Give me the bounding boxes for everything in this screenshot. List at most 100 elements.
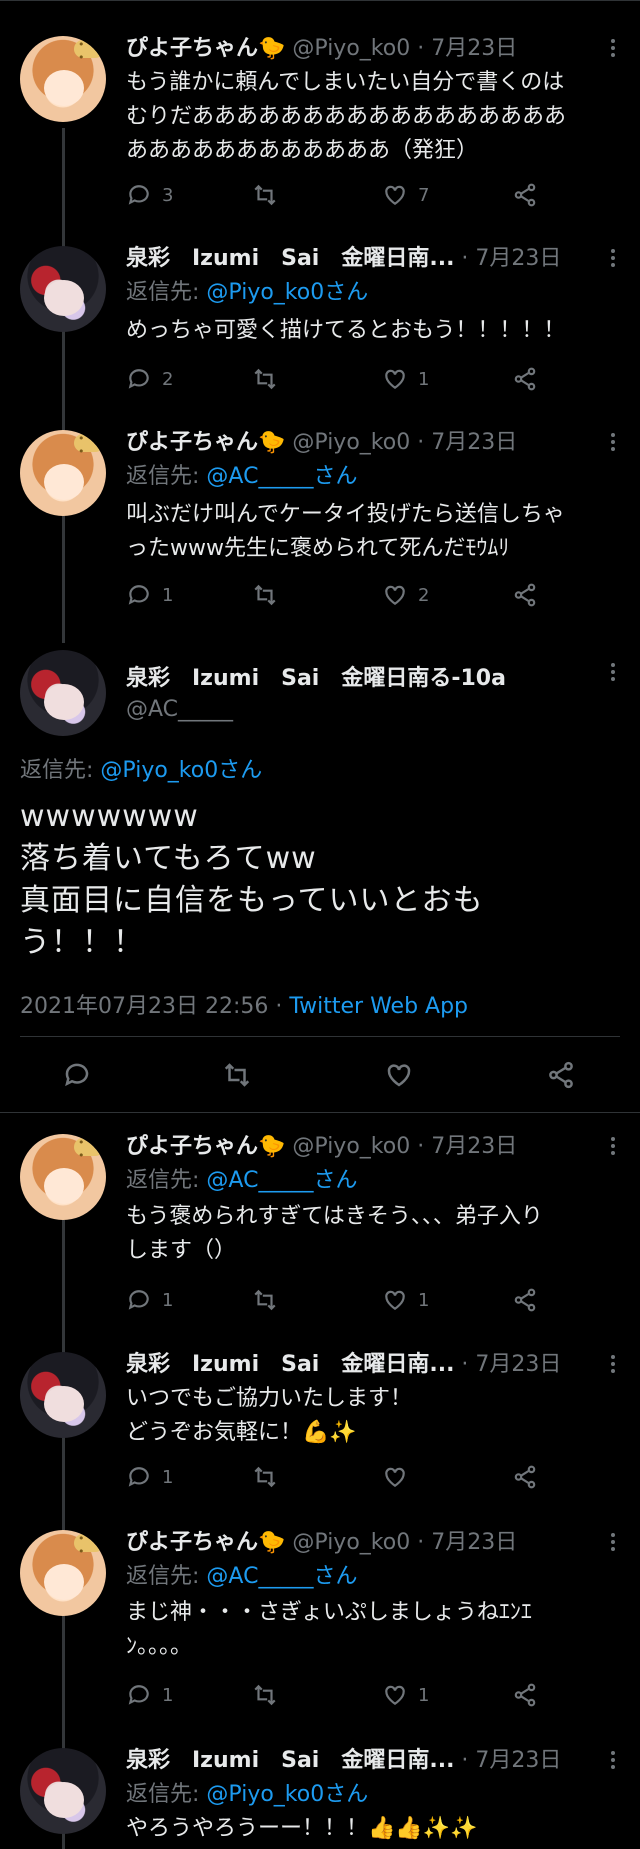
reply-mention[interactable]: @AC_____さん [206,464,357,489]
share-button[interactable] [512,1462,538,1492]
retweet-button[interactable] [252,1285,278,1315]
share-icon [514,1683,536,1707]
handle[interactable]: @Piyo_ko0 [292,430,410,455]
reply-count: 1 [162,1466,174,1488]
like-button[interactable]: 1 [382,1680,429,1710]
share-button[interactable] [512,580,538,610]
reply-label: 返信先: [126,1564,200,1589]
share-button[interactable] [512,1680,538,1710]
more-icon[interactable] [608,1134,618,1162]
retweet-button[interactable] [252,364,278,394]
like-button[interactable] [382,1462,408,1492]
reply-button[interactable]: 3 [126,180,173,210]
reply-context: 返信先: @AC_____さん [126,1560,357,1594]
reply-mention[interactable]: @Piyo_ko0さん [100,758,262,783]
reply-icon [128,585,149,605]
handle[interactable]: @Piyo_ko0 [292,1530,410,1555]
tweet-date[interactable]: 7月23日 [475,1748,561,1773]
thread-line [62,128,65,643]
avatar[interactable] [20,1352,106,1438]
source-app[interactable]: Twitter Web App [289,994,468,1019]
like-button[interactable]: 1 [382,1285,429,1315]
tweet-date[interactable]: 7月23日 [475,1352,561,1377]
more-icon[interactable] [608,246,618,274]
like-button[interactable] [384,1060,414,1094]
tweet-date[interactable]: 7月23日 [431,1134,517,1159]
retweet-icon [254,584,276,606]
handle[interactable]: @Piyo_ko0 [292,1134,410,1159]
reply-count: 1 [162,584,174,606]
reply-button[interactable]: 1 [126,1285,173,1315]
tweet-date[interactable]: 7月23日 [431,1530,517,1555]
more-icon[interactable] [608,1352,618,1380]
like-count: 1 [418,1289,430,1311]
more-icon[interactable] [608,1530,618,1558]
reply-button[interactable]: 1 [126,1462,173,1492]
more-icon[interactable] [608,660,618,688]
reply-button[interactable]: 1 [126,1680,173,1710]
display-name[interactable]: 泉彩 Izumi Sai 金曜日南... [126,246,454,271]
tweet-date[interactable]: 7月23日 [431,36,517,61]
retweet-icon [254,368,276,390]
tweet-text: もう誰かに頼んでしまいたい自分で書くのは むりだああああああああああああああああ… [126,70,567,163]
tweet-header: ぴよ子ちゃん🐤 @Piyo_ko0 · 7月23日 [126,1134,518,1159]
reply-label: 返信先: [126,280,200,305]
reply-context: 返信先: @AC_____さん [126,1164,357,1198]
reply-mention[interactable]: @Piyo_ko0さん [206,280,368,305]
divider [0,1112,640,1113]
tweet-text: いつでもご協力いたします！ どうぞお気軽に！💪✨ [126,1386,413,1445]
like-button[interactable]: 2 [382,580,429,610]
reply-mention[interactable]: @AC_____さん [206,1168,357,1193]
avatar[interactable] [20,430,106,516]
like-icon [387,1064,411,1087]
reply-mention[interactable]: @AC_____さん [206,1564,357,1589]
tweet-header: ぴよ子ちゃん🐤 @Piyo_ko0 · 7月23日 [126,1530,518,1555]
retweet-button[interactable] [252,180,278,210]
avatar[interactable] [20,246,106,332]
reply-icon [65,1063,89,1087]
reply-context: 返信先: @Piyo_ko0さん [20,752,262,784]
retweet-button[interactable] [222,1060,252,1094]
display-name[interactable]: 泉彩 Izumi Sai 金曜日南... [126,1748,454,1773]
avatar[interactable] [20,650,106,736]
share-button[interactable] [512,1285,538,1315]
share-button[interactable] [512,180,538,210]
share-button[interactable] [512,364,538,394]
top-divider [0,0,640,1]
retweet-button[interactable] [252,1462,278,1492]
tweet-actions: 1 2 [126,580,622,610]
display-name[interactable]: ぴよ子ちゃん🐤 [126,36,285,61]
reply-context: 返信先: @AC_____さん [126,460,357,494]
reply-button[interactable] [62,1060,92,1094]
like-button[interactable]: 7 [382,180,429,210]
avatar[interactable] [20,1748,106,1834]
display-name[interactable]: 泉彩 Izumi Sai 金曜日南... [126,1352,454,1377]
handle[interactable]: @AC_____ [126,697,233,722]
like-button[interactable]: 1 [382,364,429,394]
display-name[interactable]: ぴよ子ちゃん🐤 [126,1134,285,1159]
display-name[interactable]: 泉彩 Izumi Sai 金曜日南る-10a [126,660,506,692]
retweet-button[interactable] [252,580,278,610]
avatar[interactable] [20,1530,106,1616]
display-name[interactable]: ぴよ子ちゃん🐤 [126,1530,285,1555]
handle[interactable]: @Piyo_ko0 [292,36,410,61]
tweet-date[interactable]: 7月23日 [475,246,561,271]
tweet-actions: 1 1 [126,1680,622,1710]
more-icon[interactable] [608,36,618,64]
like-icon [385,1290,405,1310]
more-icon[interactable] [608,430,618,458]
reply-button[interactable]: 1 [126,580,173,610]
reply-mention[interactable]: @Piyo_ko0さん [206,1782,368,1807]
retweet-button[interactable] [252,1680,278,1710]
tweet-text: 叫ぶだけ叫んでケータイ投げたら送信しちゃ ったwww先生に褒められて死んだﾓｳﾑ… [126,502,565,561]
reply-button[interactable]: 2 [126,364,173,394]
tweet-text: やろうやろうーー！！！👍👍✨✨ [126,1816,478,1841]
more-icon[interactable] [608,1748,618,1776]
reply-count: 1 [162,1684,174,1706]
share-button[interactable] [546,1060,576,1094]
display-name[interactable]: ぴよ子ちゃん🐤 [126,430,285,455]
avatar[interactable] [20,36,106,122]
avatar[interactable] [20,1134,106,1220]
timestamp[interactable]: 2021年07月23日 22:56 · [20,994,289,1019]
tweet-date[interactable]: 7月23日 [431,430,517,455]
